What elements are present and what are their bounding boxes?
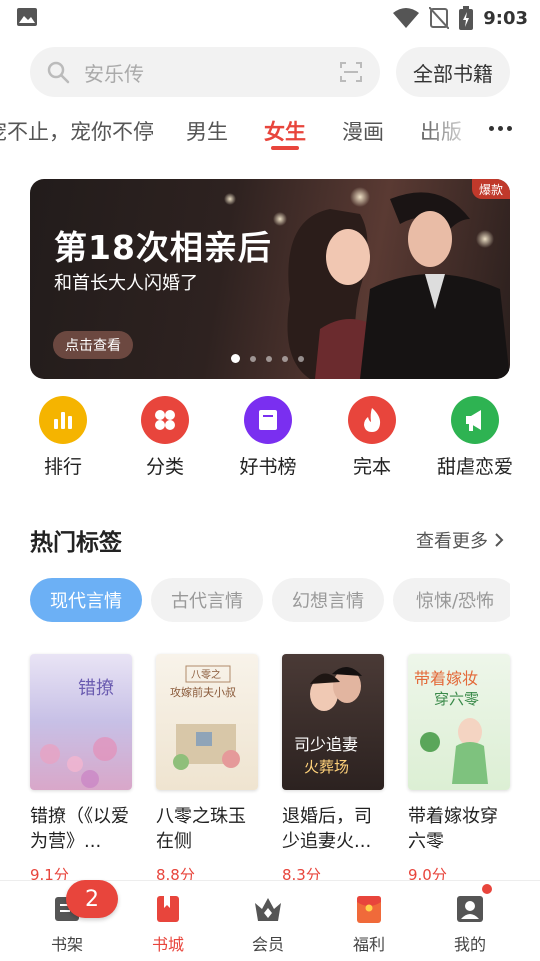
search-icon	[47, 61, 70, 84]
tab-comics[interactable]: 漫画	[342, 116, 384, 146]
grid-icon	[155, 410, 175, 430]
red-envelope-icon	[357, 896, 381, 923]
no-signal-icon	[429, 7, 450, 29]
carousel-dots	[231, 354, 304, 363]
book-title: 错撩（《以爱为营》...	[30, 806, 129, 852]
svg-text:带着嫁妆: 带着嫁妆	[414, 669, 478, 688]
scan-icon[interactable]	[340, 62, 362, 82]
all-books-button[interactable]: 全部书籍	[396, 47, 510, 97]
quick-entry-label: 分类	[145, 456, 184, 478]
quick-entry-label: 好书榜	[239, 456, 297, 478]
hot-badge: 爆款	[472, 179, 510, 199]
tab-male[interactable]: 男生	[186, 116, 228, 146]
profile-notification-dot	[482, 884, 492, 894]
see-more-link[interactable]: 查看更多	[416, 527, 504, 553]
profile-icon	[457, 896, 483, 922]
cover-art: 错撩	[40, 678, 117, 788]
megaphone-icon	[466, 410, 481, 431]
nav-profile[interactable]: 我的	[420, 881, 520, 961]
book-card[interactable]: 司少追妻 火葬场 退婚后，司少追妻火... 8.3分	[282, 654, 386, 885]
crown-icon	[255, 898, 281, 921]
banner-view-button[interactable]: 点击查看	[53, 331, 133, 359]
svg-text:火葬场: 火葬场	[304, 758, 349, 776]
hot-tags-title: 热门标签	[30, 530, 122, 556]
svg-text:八零之: 八零之	[191, 668, 221, 681]
fire-icon	[364, 408, 381, 432]
book-cover: 错撩	[30, 654, 132, 790]
svg-text:错撩: 错撩	[78, 678, 114, 699]
cover-art: 带着嫁妆 穿六零	[414, 669, 488, 784]
bar-chart-icon	[54, 412, 72, 429]
chip-ancient-romance[interactable]: 古代言情	[151, 578, 263, 622]
wifi-icon	[393, 8, 420, 28]
svg-text:攻嫁前夫小叔: 攻嫁前夫小叔	[170, 685, 236, 699]
cover-art: 八零之 攻嫁前夫小叔	[170, 665, 240, 770]
promo-banner[interactable]: 第18次相亲后 和首长大人闪婚了 点击查看 爆款	[30, 179, 510, 379]
bookshelf-count-badge: 2	[66, 880, 118, 918]
carousel-dot[interactable]	[298, 355, 304, 362]
carousel-dot[interactable]	[266, 355, 272, 362]
chip-modern-romance[interactable]: 现代言情	[30, 578, 142, 622]
tab-fade	[418, 104, 478, 156]
search-input[interactable]: 安乐传	[30, 47, 380, 97]
book-title: 八零之珠玉在侧	[156, 806, 246, 852]
nav-label: 书城	[151, 935, 184, 954]
tab-recommend[interactable]: 宠不止，宠你不停	[0, 116, 154, 146]
quick-entry-ranking[interactable]: 排行	[18, 396, 108, 479]
nav-bookstore[interactable]: 书城	[118, 881, 218, 961]
nav-membership[interactable]: 会员	[218, 881, 318, 961]
see-more-label: 查看更多	[416, 531, 488, 552]
bookmark-icon	[157, 896, 179, 922]
quick-entry-label: 完本	[352, 456, 391, 478]
banner-title: 第18次相亲后	[54, 228, 272, 267]
book-cover: 带着嫁妆 穿六零	[408, 654, 510, 790]
tag-chips: 现代言情 古代言情 幻想言情 惊悚/恐怖	[30, 578, 510, 624]
book-cover: 八零之 攻嫁前夫小叔	[156, 654, 258, 790]
book-card[interactable]: 八零之 攻嫁前夫小叔 八零之珠玉在侧 8.8分	[156, 654, 260, 885]
quick-entry-label: 甜虐恋爱	[436, 456, 513, 478]
banner-subtitle: 和首长大人闪婚了	[54, 273, 198, 294]
quick-entry-label: 排行	[43, 456, 82, 478]
quick-entry-romance[interactable]: 甜虐恋爱	[430, 396, 520, 479]
image-notification-icon	[17, 8, 37, 26]
book-cover: 司少追妻 火葬场	[282, 654, 384, 790]
carousel-dot[interactable]	[250, 355, 256, 362]
chip-fantasy-romance[interactable]: 幻想言情	[272, 578, 384, 622]
svg-text:穿六零: 穿六零	[434, 690, 479, 708]
book-card[interactable]: 带着嫁妆 穿六零 带着嫁妆穿六零 9.0分	[408, 654, 512, 885]
search-placeholder: 安乐传	[84, 61, 144, 86]
carousel-dot[interactable]	[231, 354, 240, 363]
battery-icon	[459, 6, 474, 30]
quick-entry-category[interactable]: 分类	[120, 396, 210, 479]
nav-label: 福利	[352, 935, 385, 954]
quick-entry-completed[interactable]: 完本	[327, 396, 417, 479]
book-icon	[259, 410, 277, 430]
svg-text:司少追妻: 司少追妻	[294, 735, 358, 754]
cover-art: 司少追妻 火葬场	[294, 666, 362, 776]
clock: 9:03	[483, 7, 528, 29]
nav-welfare[interactable]: 福利	[319, 881, 419, 961]
carousel-dot[interactable]	[282, 355, 288, 362]
status-bar: 9:03	[0, 0, 540, 36]
book-title: 带着嫁妆穿六零	[408, 806, 498, 852]
quick-entry-good-books[interactable]: 好书榜	[223, 396, 313, 479]
chevron-right-icon	[495, 533, 504, 547]
book-card[interactable]: 错撩 错撩（《以爱为营》... 9.1分	[30, 654, 134, 885]
book-title: 退婚后，司少追妻火...	[282, 806, 372, 852]
nav-label: 会员	[251, 935, 284, 954]
active-tab-indicator	[271, 146, 299, 150]
nav-label: 我的	[453, 935, 486, 954]
nav-label: 书架	[50, 935, 83, 954]
more-tabs-button[interactable]	[476, 104, 524, 152]
tab-female[interactable]: 女生	[264, 116, 306, 146]
chip-horror[interactable]: 惊悚/恐怖	[393, 578, 510, 622]
